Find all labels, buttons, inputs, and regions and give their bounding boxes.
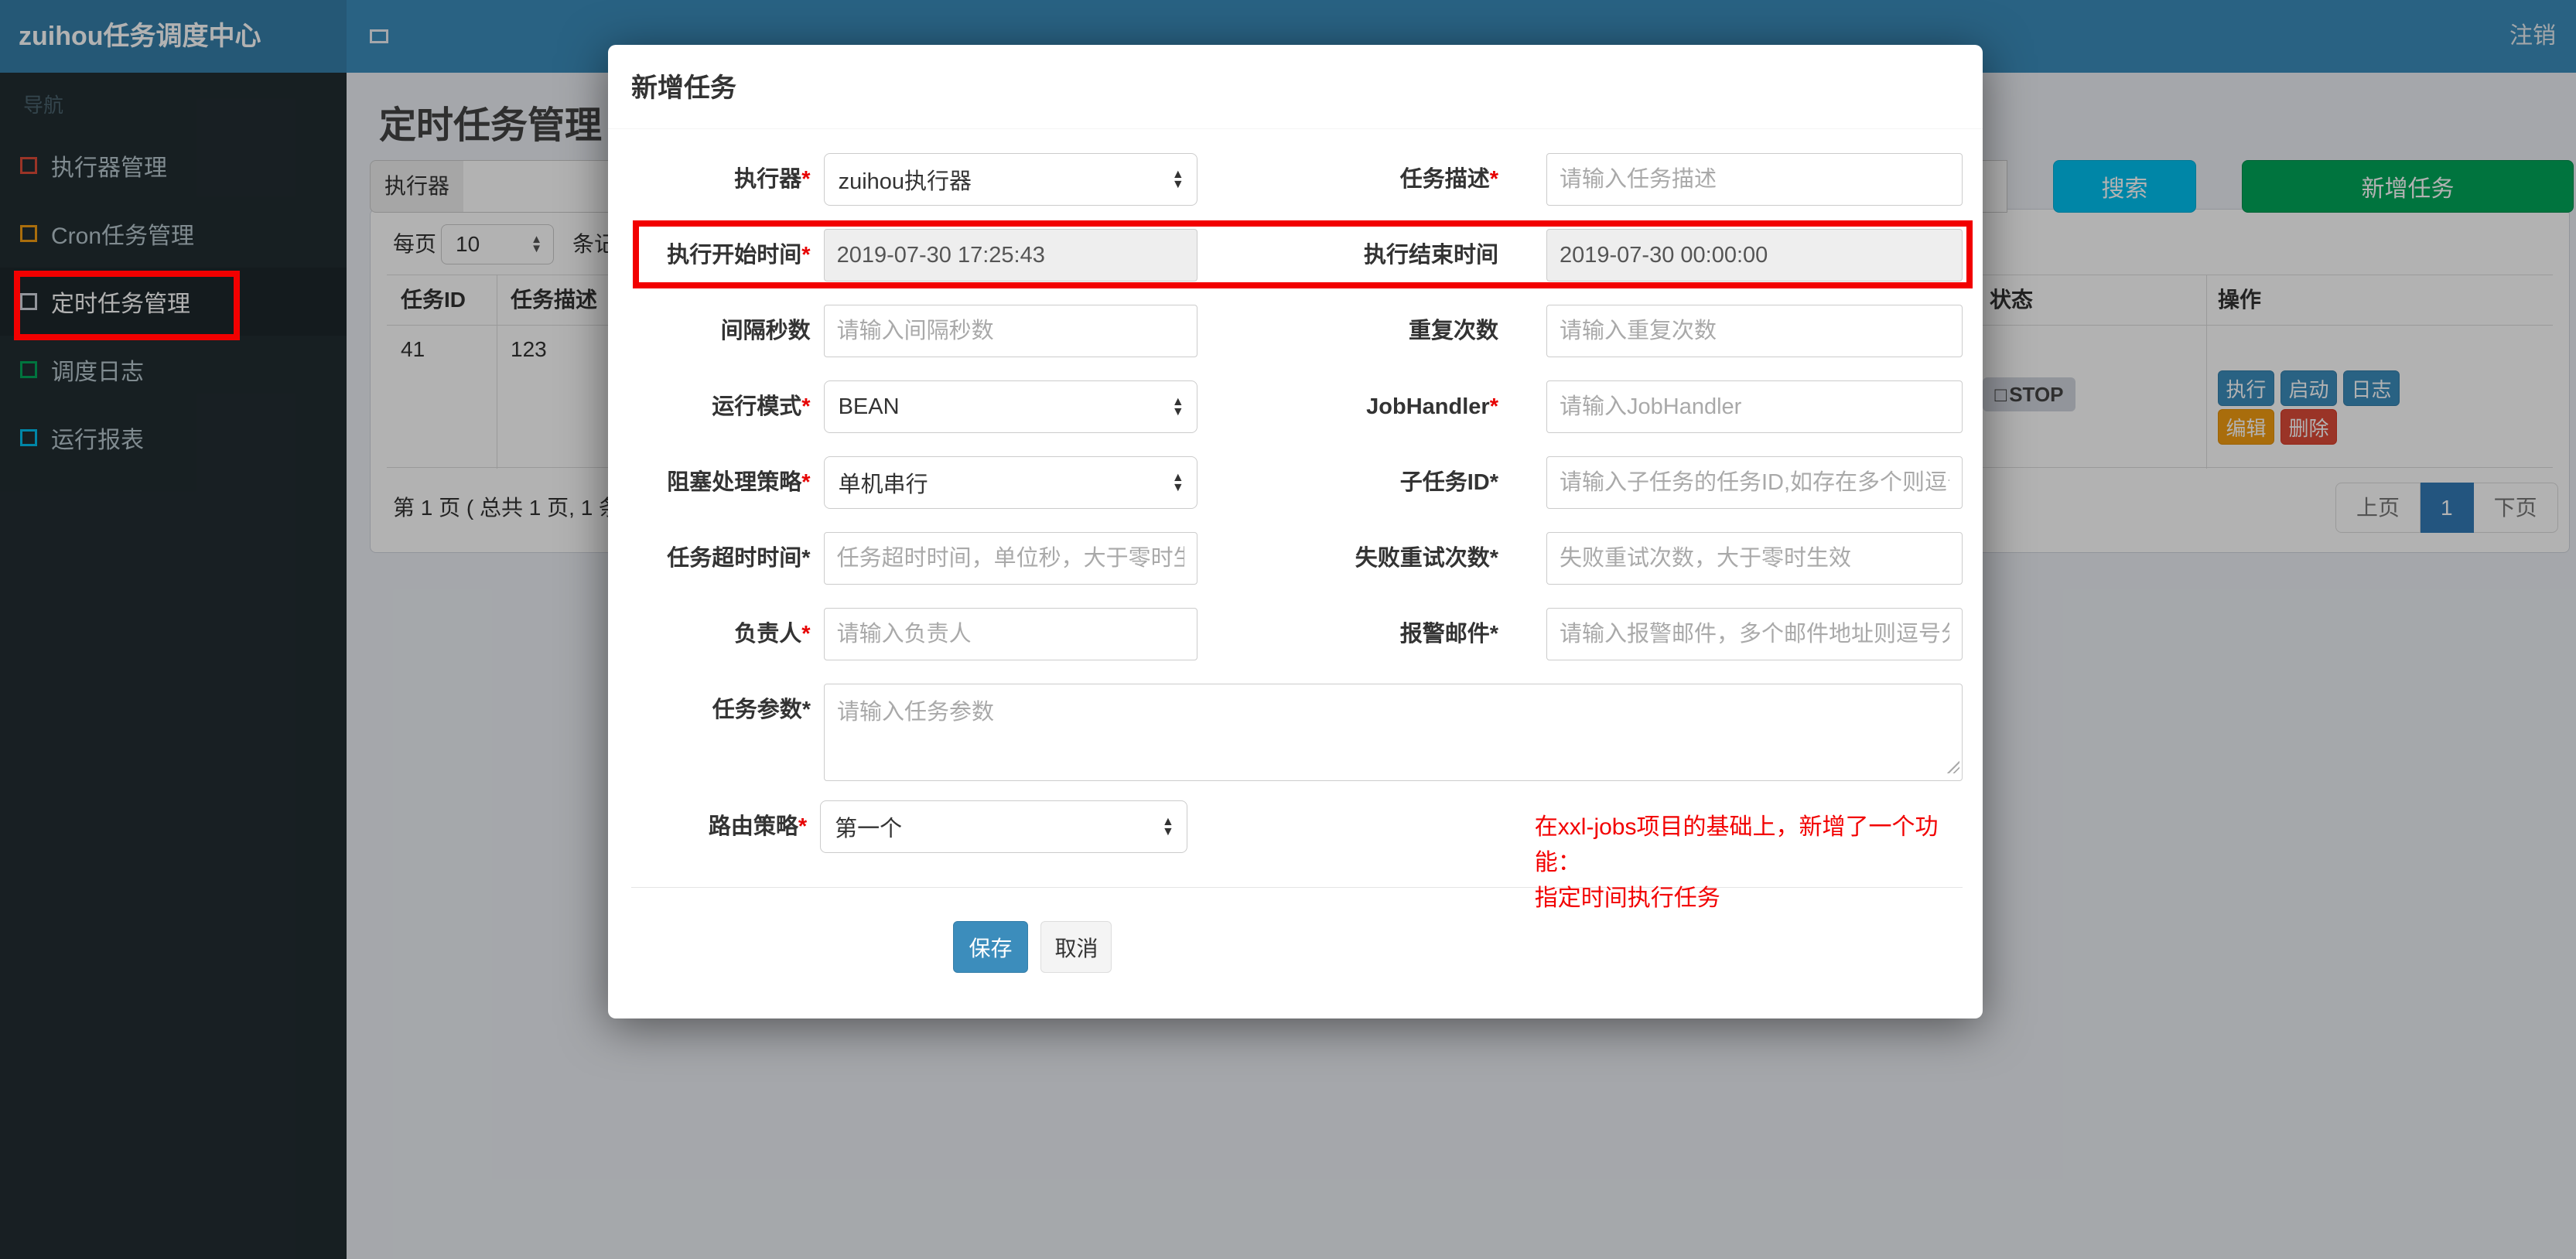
owner-label: 负责人* — [734, 622, 811, 647]
required-asterisk: * — [798, 814, 808, 839]
retry-input[interactable] — [1546, 532, 1963, 585]
alarm-email-label: 报警邮件* — [1399, 622, 1498, 647]
block-strategy-select[interactable]: 单机串行 ▲ ▼ — [823, 456, 1197, 509]
required-asterisk: * — [801, 167, 811, 192]
interval-input[interactable] — [823, 305, 1197, 357]
run-mode-select[interactable]: BEAN ▲ ▼ — [823, 380, 1197, 433]
child-task-input[interactable] — [1546, 456, 1963, 509]
form-row: 执行器* zuihou执行器 ▲ ▼ 任务描述* — [631, 153, 1963, 206]
start-time-label: 执行开始时间* — [667, 243, 811, 268]
jobhandler-input[interactable] — [1546, 380, 1963, 433]
form-row: 阻塞处理策略* 单机串行 ▲ ▼ 子任务ID* — [631, 456, 1963, 509]
desc-input[interactable] — [1546, 153, 1963, 206]
jobhandler-label: JobHandler* — [1366, 394, 1498, 419]
repeat-label: 重复次数 — [1408, 319, 1498, 343]
timeout-input[interactable] — [823, 532, 1197, 585]
feature-note-line2: 指定时间执行任务 — [1534, 885, 1720, 911]
save-button[interactable]: 保存 — [953, 921, 1028, 973]
repeat-input[interactable] — [1546, 305, 1963, 357]
required-asterisk: * — [801, 470, 811, 495]
run-mode-label: 运行模式* — [712, 394, 811, 419]
interval-label: 间隔秒数 — [720, 319, 811, 343]
end-time-label: 执行结束时间 — [1363, 243, 1498, 268]
required-asterisk: * — [801, 622, 811, 647]
executor-select[interactable]: zuihou执行器 ▲ ▼ — [823, 153, 1197, 206]
modal-header: 新增任务 — [608, 45, 1983, 129]
feature-note: 在xxl-jobs项目的基础上，新增了一个功能： 指定时间执行任务 — [1535, 800, 1963, 911]
feature-note-line1: 在xxl-jobs项目的基础上，新增了一个功能： — [1534, 814, 1939, 875]
end-time-input[interactable] — [1546, 229, 1963, 281]
form-row: 运行模式* BEAN ▲ ▼ JobHandler* — [631, 380, 1963, 433]
add-task-modal: 新增任务 执行器* zuihou执行器 ▲▼ 任务描述* 执行开始时间* 执行结… — [608, 45, 1983, 1018]
form-row: 任务参数* — [631, 684, 1963, 781]
executor-label: 执行器* — [734, 167, 811, 192]
child-task-label: 子任务ID* — [1399, 470, 1498, 495]
required-asterisk: * — [1489, 394, 1498, 419]
modal-title: 新增任务 — [631, 73, 736, 103]
owner-input[interactable] — [823, 608, 1197, 660]
resize-grip-icon[interactable] — [1947, 761, 1959, 773]
select-arrows-icon: ▲ ▼ — [1171, 471, 1184, 494]
form-row: 执行开始时间* 执行结束时间 — [631, 229, 1963, 281]
timeout-label: 任务超时时间* — [667, 546, 811, 571]
alarm-email-input[interactable] — [1546, 608, 1963, 660]
task-params-label: 任务参数* — [712, 698, 811, 722]
form-row: 负责人* 报警邮件* — [631, 608, 1963, 660]
required-asterisk: * — [801, 394, 811, 419]
desc-label: 任务描述* — [1399, 167, 1498, 192]
required-asterisk: * — [801, 243, 811, 268]
form-row: 间隔秒数 重复次数 — [631, 305, 1963, 357]
route-strategy-label: 路由策略* — [708, 814, 808, 839]
required-asterisk: * — [1489, 167, 1498, 192]
form-row: 任务超时时间* 失败重试次数* — [631, 532, 1963, 585]
task-params-textarea[interactable] — [824, 684, 1963, 781]
cancel-button[interactable]: 取消 — [1040, 921, 1112, 973]
block-strategy-label: 阻塞处理策略* — [667, 470, 811, 495]
retry-label: 失败重试次数* — [1355, 546, 1498, 571]
select-arrows-icon: ▲ ▼ — [1161, 815, 1174, 838]
route-strategy-select[interactable]: 第一个 ▲ ▼ — [820, 800, 1187, 853]
select-arrows-icon: ▲ ▼ — [1171, 395, 1184, 418]
start-time-input[interactable] — [823, 229, 1197, 281]
modal-body: 执行器* zuihou执行器 ▲▼ 任务描述* 执行开始时间* 执行结束时间 间… — [608, 129, 1983, 973]
select-arrows-icon: ▲ ▼ — [1171, 168, 1184, 191]
form-row: 路由策略* 第一个 ▲ ▼ 在xxl-jobs项目的基础上，新增了一个功能： 指定… — [631, 800, 1963, 911]
